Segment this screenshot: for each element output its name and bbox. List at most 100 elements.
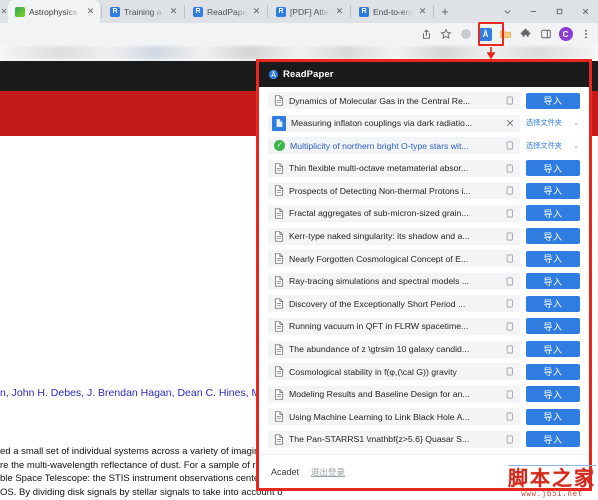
copy-icon[interactable] [504,164,515,173]
copy-icon[interactable] [504,254,515,263]
kebab-menu-icon[interactable] [576,25,595,44]
paper-pill[interactable]: Dynamics of Molecular Gas in the Central… [268,92,520,109]
document-icon [274,163,284,174]
close-icon[interactable] [572,0,598,23]
tab-separator [101,5,102,18]
paper-pill[interactable]: ✓ Multiplicity of northern bright O-type… [268,137,520,155]
tab-close-icon[interactable]: ✕ [417,6,428,17]
paper-pill[interactable]: Ray-tracing simulations and spectral mod… [268,272,520,290]
chevron-down-icon[interactable] [494,0,520,23]
import-button[interactable]: 导入 [526,228,580,245]
minimize-icon[interactable] [520,0,546,23]
import-button[interactable]: 导入 [526,431,580,448]
import-button[interactable]: 导入 [526,295,580,312]
paper-row[interactable]: Ray-tracing simulations and spectral mod… [268,272,580,290]
paper-row[interactable]: The Pan-STARRS1 \mathbf{z>5.6} Quasar S.… [268,430,580,448]
folder-select[interactable]: 选择文件夹 ⌄ [526,138,580,154]
import-button[interactable]: 导入 [526,318,580,335]
tab-overflow-close-icon[interactable]: ✕ [0,0,8,23]
extensions-puzzle-icon[interactable] [516,25,535,44]
red-pointer-arrow [487,47,495,59]
import-button[interactable]: 导入 [526,160,580,177]
readpaper-extension-icon[interactable]: Å [476,25,495,44]
copy-icon[interactable] [504,232,515,241]
tab-readpaper[interactable]: R ReadPaper ✕ [186,0,266,23]
tab-end-to-end[interactable]: R End-to-end ✕ [352,0,432,23]
copy-icon[interactable] [504,186,515,195]
paper-row[interactable]: Fractal aggregates of sub-micron-sized g… [268,204,580,222]
copy-icon[interactable] [504,96,515,105]
paper-row[interactable]: Using Machine Learning to Link Black Hol… [268,408,580,426]
paper-title: Multiplicity of northern bright O-type s… [290,140,469,151]
profile-avatar[interactable]: C [556,25,575,44]
import-button[interactable]: 导入 [526,273,580,290]
copy-icon[interactable] [504,277,515,286]
copy-icon[interactable] [504,141,515,150]
import-button[interactable]: 导入 [526,341,580,358]
copy-icon[interactable] [504,345,515,354]
paper-row[interactable]: Thin flexible multi-octave metamaterial … [268,159,580,177]
paper-row[interactable]: Nearly Forgotten Cosmological Concept of… [268,250,580,268]
import-button[interactable]: 导入 [526,386,580,403]
paper-row[interactable]: Running vacuum in QFT in FLRW spacetime.… [268,317,580,335]
copy-icon[interactable] [504,209,515,218]
tab-pdf-atten[interactable]: R [PDF] Atten ✕ [269,0,349,23]
paper-pill[interactable]: Fractal aggregates of sub-micron-sized g… [268,204,520,222]
copy-icon[interactable] [504,390,515,399]
paper-pill[interactable]: Cosmological stability in f(φ,(\cal G)) … [268,363,520,381]
folder-icon[interactable] [496,25,515,44]
paper-pill[interactable]: Kerr-type naked singularity: its shadow … [268,227,520,245]
copy-icon[interactable] [504,412,515,421]
paper-row[interactable]: ✓ Multiplicity of northern bright O-type… [268,137,580,155]
paper-pill[interactable]: The abundance of z \gtrsim 10 galaxy can… [268,340,520,358]
paper-row[interactable]: Dynamics of Molecular Gas in the Central… [268,92,580,109]
logout-link[interactable]: 退出登录 [311,466,345,478]
tab-astrophysics[interactable]: Astrophysics ✕ [8,0,100,23]
browser-toolbar: Å C [0,23,598,45]
paper-pill[interactable]: Using Machine Learning to Link Black Hol… [268,408,520,426]
paper-pill[interactable]: Discovery of the Exceptionally Short Per… [268,295,520,313]
paper-pill[interactable]: The Pan-STARRS1 \mathbf{z>5.6} Quasar S.… [268,430,520,448]
copy-icon[interactable] [504,299,515,308]
copy-icon[interactable] [504,367,515,376]
paper-pill[interactable]: Prospects of Detecting Non-thermal Proto… [268,182,520,200]
document-icon [274,321,284,332]
share-icon[interactable] [416,25,435,44]
tab-close-icon[interactable]: ✕ [334,6,345,17]
paper-title: Nearly Forgotten Cosmological Concept of… [289,253,469,264]
paper-pill[interactable]: Measuring inflaton couplings via dark ra… [268,114,520,132]
tab-close-icon[interactable]: ✕ [168,6,179,17]
new-tab-button[interactable]: + [435,2,455,22]
maximize-icon[interactable] [546,0,572,23]
folder-select[interactable]: 选择文件夹 ⌄ [526,115,580,131]
import-button[interactable]: 导入 [526,408,580,425]
paper-row[interactable]: Kerr-type naked singularity: its shadow … [268,227,580,245]
close-icon[interactable] [504,119,515,127]
paper-list[interactable]: Dynamics of Molecular Gas in the Central… [259,87,589,454]
paper-row[interactable]: Discovery of the Exceptionally Short Per… [268,295,580,313]
paper-row[interactable]: Cosmological stability in f(φ,(\cal G)) … [268,363,580,381]
import-button[interactable]: 导入 [526,363,580,380]
side-panel-icon[interactable] [536,25,555,44]
import-button[interactable]: 导入 [526,250,580,267]
paper-row[interactable]: Modeling Results and Baseline Design for… [268,385,580,403]
paper-row[interactable]: Measuring inflaton couplings via dark ra… [268,114,580,132]
tab-close-icon[interactable]: ✕ [251,6,262,17]
import-button[interactable]: 导入 [526,205,580,222]
grey-circle-icon[interactable] [456,25,475,44]
document-selected-icon [272,115,286,131]
paper-pill[interactable]: Thin flexible multi-octave metamaterial … [268,159,520,177]
paper-pill[interactable]: Nearly Forgotten Cosmological Concept of… [268,250,520,268]
paper-pill[interactable]: Modeling Results and Baseline Design for… [268,385,520,403]
copy-icon[interactable] [504,322,515,331]
paper-row[interactable]: Prospects of Detecting Non-thermal Proto… [268,182,580,200]
chevron-down-icon: ⌄ [573,120,579,128]
paper-pill[interactable]: Running vacuum in QFT in FLRW spacetime.… [268,317,520,335]
tab-training-a-h[interactable]: R Training a H ✕ [103,0,183,23]
bookmark-star-icon[interactable] [436,25,455,44]
copy-icon[interactable] [504,435,515,444]
import-button[interactable]: 导入 [526,182,580,199]
import-button[interactable]: 导入 [526,92,580,109]
paper-row[interactable]: The abundance of z \gtrsim 10 galaxy can… [268,340,580,358]
tab-close-icon[interactable]: ✕ [85,6,96,17]
